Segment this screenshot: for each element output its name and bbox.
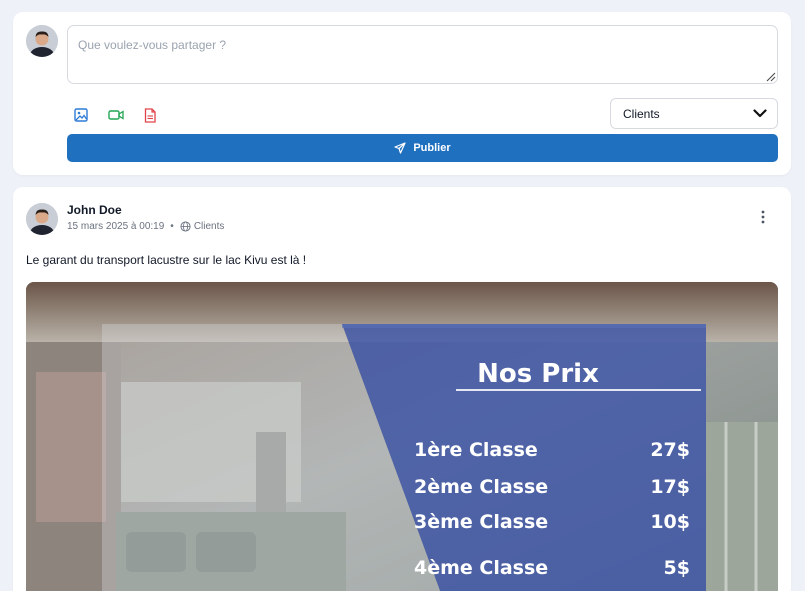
price-label: 2ème Classe (414, 476, 548, 498)
post-composer: Clients Publier (13, 12, 791, 175)
price-value: 17$ (650, 476, 690, 498)
post-timestamp: 15 mars 2025 à 00:19 (67, 221, 165, 232)
meta-separator: • (170, 221, 174, 232)
more-vertical-icon (761, 210, 765, 224)
price-title: Nos Prix (477, 359, 599, 389)
post-image[interactable]: Nos Prix 1ère Classe 27$ 2ème Classe 17$ 3èm… (26, 282, 778, 591)
price-value: 27$ (650, 439, 690, 461)
image-icon (74, 108, 88, 122)
audience-select[interactable]: Clients (610, 98, 778, 129)
add-file-button[interactable] (141, 106, 159, 124)
author-avatar[interactable] (26, 203, 58, 235)
price-value: 5$ (664, 557, 690, 579)
file-pdf-icon (144, 107, 156, 123)
author-name[interactable]: John Doe (67, 203, 122, 217)
video-icon (108, 110, 124, 120)
chevron-down-icon (753, 109, 767, 118)
price-label: 4ème Classe (414, 557, 548, 579)
post-options-button[interactable] (755, 209, 771, 225)
price-value: 10$ (650, 511, 690, 533)
post-card: John Doe 15 mars 2025 à 00:19 • Clients … (13, 187, 791, 591)
globe-icon (180, 221, 191, 232)
price-label: 1ère Classe (414, 439, 538, 461)
audience-select-value: Clients (623, 106, 660, 121)
add-video-button[interactable] (107, 106, 125, 124)
post-body-text: Le garant du transport lacustre sur le l… (26, 253, 307, 267)
post-audience-label: Clients (193, 221, 225, 232)
post-audience: Clients (180, 221, 225, 232)
send-icon (394, 142, 406, 154)
add-image-button[interactable] (72, 106, 90, 124)
post-input[interactable] (67, 25, 778, 84)
resize-handle-icon[interactable] (766, 72, 776, 82)
user-avatar (26, 25, 58, 57)
publish-label: Publier (413, 142, 451, 154)
post-meta: 15 mars 2025 à 00:19 • Clients (67, 221, 224, 232)
price-label: 3ème Classe (414, 511, 548, 533)
publish-button[interactable]: Publier (67, 134, 778, 162)
